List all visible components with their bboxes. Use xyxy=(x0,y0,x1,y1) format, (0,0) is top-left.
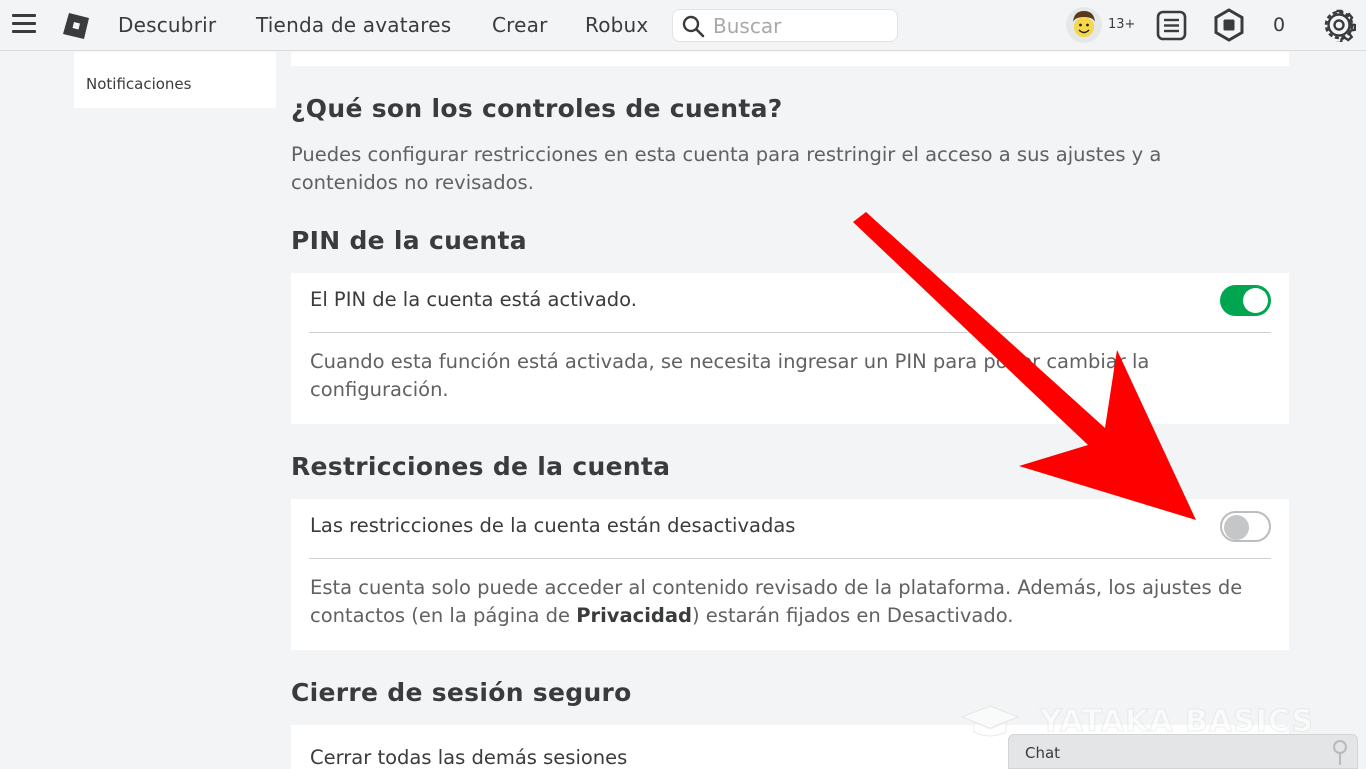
chat-icon[interactable] xyxy=(1329,738,1351,766)
nav-robux-link[interactable]: Robux xyxy=(585,13,648,37)
roblox-logo[interactable] xyxy=(62,12,90,40)
search-icon[interactable] xyxy=(681,14,705,38)
restrictions-title: Restricciones de la cuenta xyxy=(291,452,671,481)
pin-title: PIN de la cuenta xyxy=(291,226,527,255)
nav-create-link[interactable]: Crear xyxy=(492,13,548,37)
pin-card: El PIN de la cuenta está activado. Cuand… xyxy=(291,273,1289,424)
nav-avatar-shop-link[interactable]: Tienda de avatares xyxy=(256,13,451,37)
gear-icon[interactable] xyxy=(1322,8,1356,42)
pin-status-text: El PIN de la cuenta está activado. xyxy=(310,288,637,311)
privacy-link[interactable]: Privacidad xyxy=(576,604,692,627)
logout-title: Cierre de sesión seguro xyxy=(291,678,632,707)
controls-description: Puedes configurar restricciones en esta … xyxy=(291,143,1162,194)
divider xyxy=(309,558,1271,559)
pin-description: Cuando esta función está activada, se ne… xyxy=(310,350,1150,401)
sidebar-item-label: Notificaciones xyxy=(86,75,192,93)
search-box xyxy=(672,9,898,42)
restrictions-status-text: Las restricciones de la cuenta están des… xyxy=(310,514,796,537)
menu-icon[interactable] xyxy=(12,14,36,36)
age-badge: 13+ xyxy=(1108,17,1136,32)
avatar[interactable] xyxy=(1066,7,1102,43)
logout-all-sessions-text[interactable]: Cerrar todas las demás sesiones xyxy=(310,746,627,769)
notes-icon[interactable] xyxy=(1156,10,1187,41)
controls-title: ¿Qué son los controles de cuenta? xyxy=(291,94,783,123)
search-input[interactable] xyxy=(713,13,893,39)
previous-card-bottom xyxy=(291,52,1289,66)
restrictions-toggle[interactable] xyxy=(1220,511,1271,542)
robux-icon[interactable] xyxy=(1212,8,1246,42)
nav-discover-link[interactable]: Descubrir xyxy=(118,13,216,37)
top-navigation-bar: Descubrir Tienda de avatares Crear Robux… xyxy=(0,0,1366,51)
chat-bar[interactable]: Chat xyxy=(1008,734,1358,769)
sidebar-item-notifications[interactable]: Notificaciones xyxy=(74,52,276,108)
robux-balance: 0 xyxy=(1273,14,1286,36)
chat-label: Chat xyxy=(1025,744,1061,762)
pin-toggle[interactable] xyxy=(1220,285,1271,316)
divider xyxy=(309,332,1271,333)
restrictions-description: Esta cuenta solo puede acceder al conten… xyxy=(310,576,1243,627)
restrictions-card: Las restricciones de la cuenta están des… xyxy=(291,499,1289,650)
